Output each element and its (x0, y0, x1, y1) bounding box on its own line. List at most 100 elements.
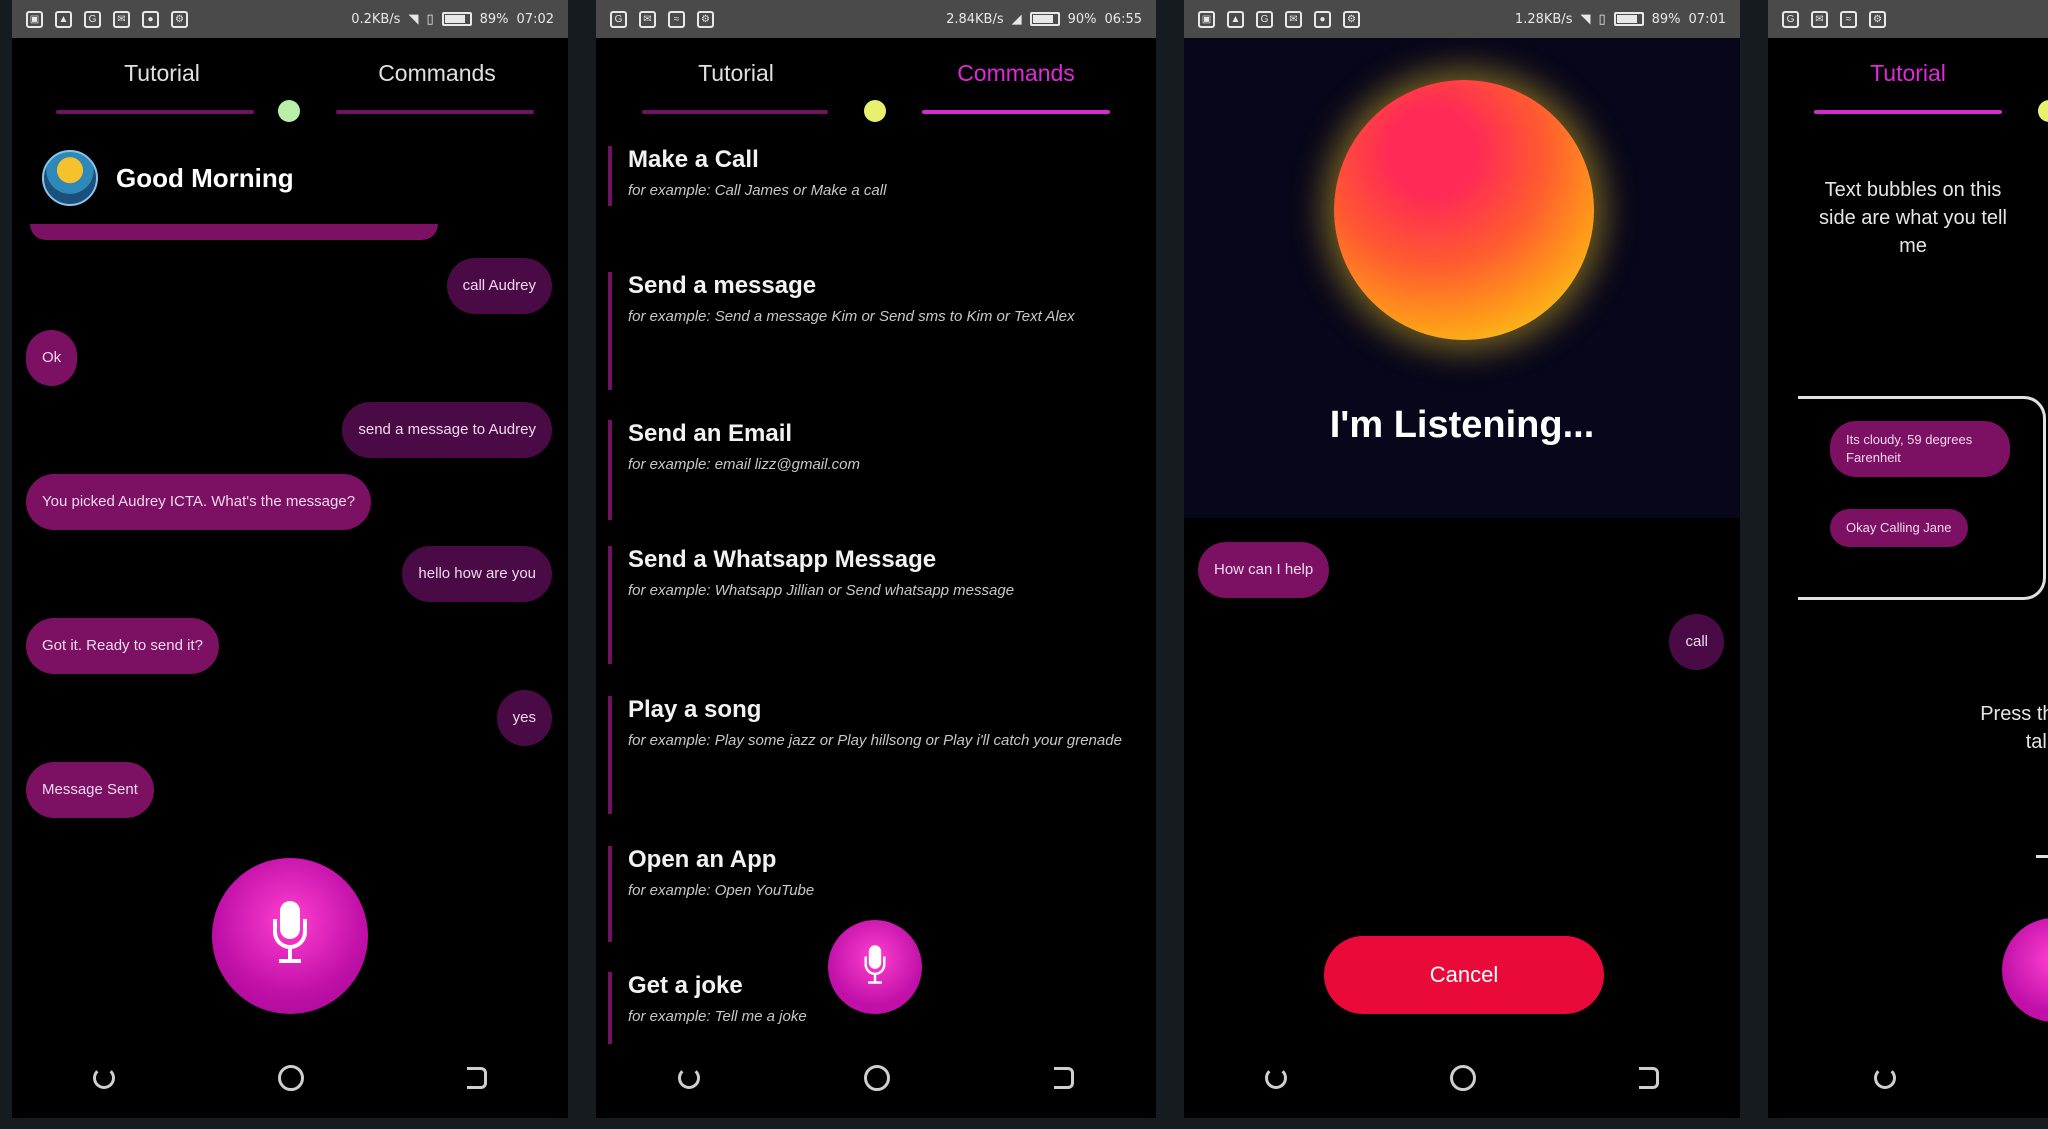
wifi-icon: ◥ (408, 11, 419, 27)
home-icon[interactable] (864, 1065, 890, 1091)
mail-icon: ✉ (639, 10, 656, 28)
chat-bubble-bot: Ok (26, 330, 78, 386)
settings-notification-icon: ⚙ (697, 10, 714, 28)
chat-bubble-user: call (1669, 614, 1724, 670)
recent-apps-icon[interactable] (1265, 1067, 1288, 1089)
status-bar: ▣ ▲ G ✉ ● ⚙ 1.28KB/s ◥ ▯ 89% 07:01 (1184, 0, 1740, 38)
command-example: for example: Play some jazz or Play hill… (628, 732, 1122, 749)
home-icon[interactable] (277, 1065, 304, 1091)
battery-level: 89% (1651, 11, 1681, 27)
back-icon[interactable] (1054, 1067, 1074, 1089)
app-notification-icon: ▲ (55, 10, 72, 28)
chat-bubble-user: hello how are you (402, 546, 552, 602)
tab-indicator-tutorial (642, 110, 828, 114)
microphone-button[interactable] (212, 858, 368, 1014)
battery-icon (1613, 12, 1644, 26)
tab-commands[interactable]: Commands (916, 60, 1116, 87)
battery-level: 90% (1067, 11, 1097, 27)
status-bar: G ✉ ≈ ⚙ (1768, 0, 2048, 38)
mail-icon: ✉ (1285, 10, 1302, 28)
network-speed: 2.84KB/s (946, 11, 1004, 27)
tab-indicator-commands (336, 110, 534, 114)
tab-bar: Tutorial Commands (596, 38, 1156, 128)
tab-bar: Tutorial (1768, 38, 2048, 128)
tutorial-example-box: Its cloudy, 59 degrees Farenheit Okay Ca… (1798, 396, 2046, 600)
tutorial-sample-bubble: Okay Calling Jane (1830, 509, 1968, 547)
status-bar: G ✉ ≈ ⚙ 2.84KB/s ◢ 90% 06:55 (596, 0, 1156, 38)
command-example: for example: Open YouTube (628, 882, 815, 899)
avatar (42, 150, 98, 206)
arrow-down-icon (2036, 768, 2048, 858)
microphone-button[interactable] (828, 920, 922, 1014)
google-icon: G (1256, 10, 1273, 28)
phone-tutorial-screen: G ✉ ≈ ⚙ Tutorial Text bubbles on this si… (1768, 0, 2048, 1118)
mail-icon: ✉ (113, 10, 130, 28)
tab-commands[interactable]: Commands (337, 60, 537, 87)
wifi-notification-icon: ≈ (1840, 10, 1857, 28)
chat-bubble-user: call Audrey (446, 258, 552, 314)
tab-tutorial[interactable]: Tutorial (636, 60, 836, 87)
sim-icon: ▯ (1598, 11, 1606, 27)
image-notification-icon: ▣ (26, 10, 43, 28)
chat-bubble-bot: How can I help (1198, 542, 1330, 598)
microphone-button[interactable] (2002, 918, 2048, 1022)
settings-notification-icon: ⚙ (1869, 10, 1886, 28)
command-example: for example: Whatsapp Jillian or Send wh… (628, 582, 1015, 599)
clock: 07:01 (1688, 11, 1726, 27)
tutorial-sample-bubble: Its cloudy, 59 degrees Farenheit (1830, 421, 2010, 477)
clock: 07:02 (516, 11, 554, 27)
chat-bubble-user: send a message to Audrey (342, 402, 552, 458)
command-title: Send an Email (628, 420, 793, 447)
back-icon[interactable] (1638, 1067, 1659, 1089)
command-item[interactable]: Send a message for example: Send a messa… (608, 272, 1126, 390)
phone-commands-screen: G ✉ ≈ ⚙ 2.84KB/s ◢ 90% 06:55 Tutorial Co… (596, 0, 1156, 1118)
command-title: Play a song (628, 696, 762, 723)
home-icon[interactable] (1449, 1065, 1476, 1091)
tab-indicator-commands (922, 110, 1110, 114)
chat-notification-icon: ● (142, 10, 159, 28)
wifi-notification-icon: ≈ (668, 10, 685, 28)
chat-bubble-bot: Got it. Ready to send it? (26, 618, 219, 674)
wifi-icon: ◥ (1580, 11, 1591, 27)
listening-title: I'm Listening... (1329, 404, 1595, 446)
battery-icon (1029, 12, 1060, 26)
tab-tutorial[interactable]: Tutorial (1808, 60, 2008, 87)
command-item[interactable]: Make a Call for example: Call James or M… (608, 146, 1126, 206)
recent-apps-icon[interactable] (678, 1067, 700, 1089)
microphone-icon (273, 901, 307, 971)
network-speed: 0.2KB/s (351, 11, 401, 27)
settings-notification-icon: ⚙ (171, 10, 188, 28)
command-example: for example: Send a message Kim or Send … (628, 308, 1075, 325)
status-bar: ▣ ▲ G ✉ ● ⚙ 0.2KB/s ◥ ▯ 89% 07:02 (12, 0, 568, 38)
command-title: Make a Call (628, 146, 759, 173)
tutorial-bubbles-note: Text bubbles on this side are what you t… (1819, 179, 2007, 257)
phone-chat-screen: ▣ ▲ G ✉ ● ⚙ 0.2KB/s ◥ ▯ 89% 07:02 Tutori… (12, 0, 568, 1118)
tab-indicator-tutorial (56, 110, 254, 114)
settings-notification-icon: ⚙ (1343, 10, 1360, 28)
tutorial-press-note: Press this talk t (1980, 703, 2048, 753)
command-title: Send a message (628, 272, 817, 299)
image-notification-icon: ▣ (1198, 10, 1215, 28)
voice-orb (1334, 80, 1594, 340)
chat-bubble-bot: You picked Audrey ICTA. What's the messa… (26, 474, 372, 530)
greeting-header: Good Morning (42, 150, 294, 206)
recent-apps-icon[interactable] (1874, 1067, 1896, 1089)
navigation-bar (12, 1038, 568, 1118)
tab-tutorial[interactable]: Tutorial (62, 60, 262, 87)
navigation-bar (596, 1038, 1156, 1118)
scrolled-bubble-edge (30, 224, 438, 240)
greeting-text: Good Morning (116, 162, 294, 193)
chat-bubble-user: yes (496, 690, 552, 746)
command-item[interactable]: Send an Email for example: email lizz@gm… (608, 420, 1126, 520)
command-title: Send a Whatsapp Message (628, 546, 937, 573)
mail-icon: ✉ (1811, 10, 1828, 28)
battery-icon (441, 12, 472, 26)
command-item[interactable]: Play a song for example: Play some jazz … (608, 696, 1126, 814)
cancel-button[interactable]: Cancel (1324, 936, 1604, 1014)
sim-icon: ▯ (426, 11, 434, 27)
chat-bubble-bot: Message Sent (26, 762, 154, 818)
back-icon[interactable] (466, 1067, 487, 1089)
command-item[interactable]: Send a Whatsapp Message for example: Wha… (608, 546, 1126, 664)
recent-apps-icon[interactable] (93, 1067, 116, 1089)
status-dot (2038, 100, 2048, 122)
